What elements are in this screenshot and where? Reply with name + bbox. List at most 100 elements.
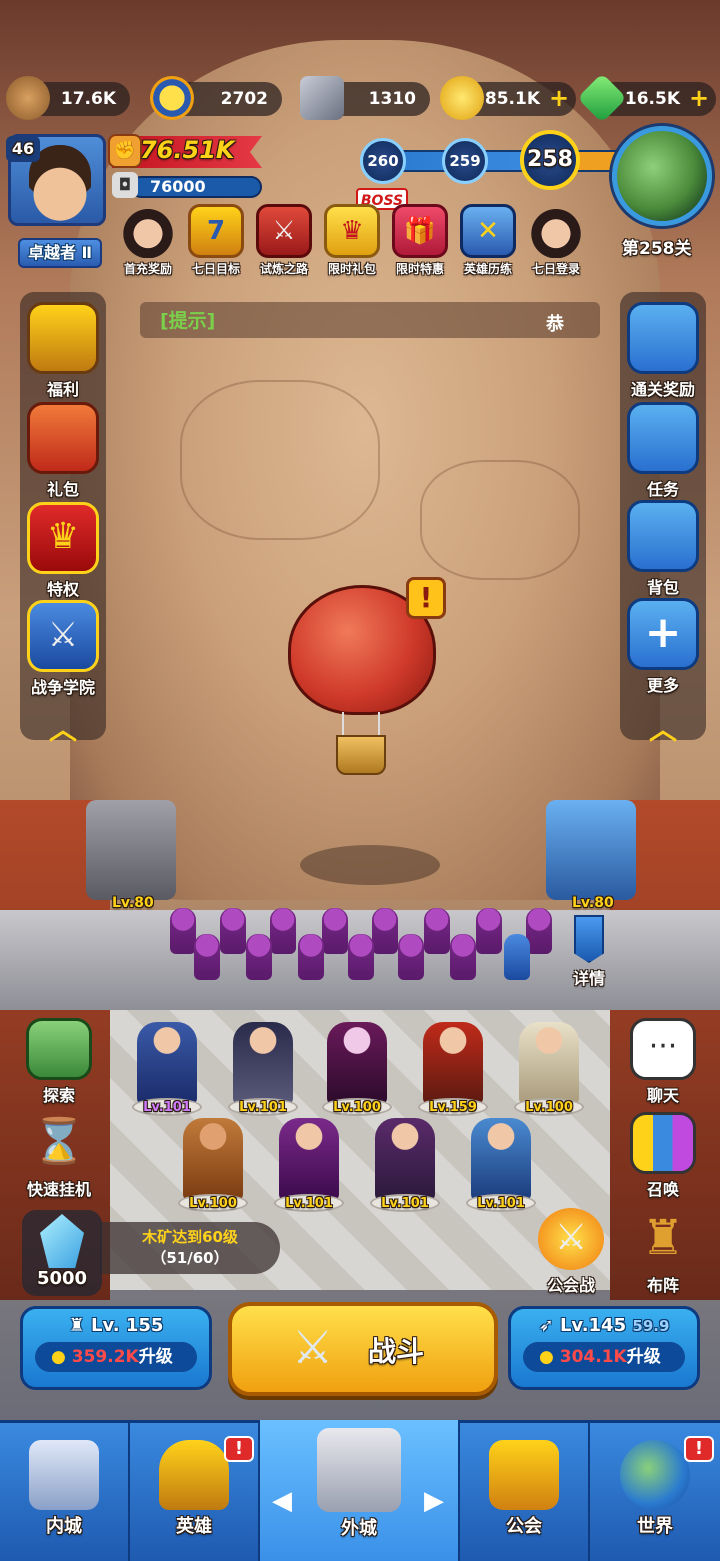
add-gold-button[interactable]: + bbox=[548, 86, 570, 110]
hero-level: Lv.101 bbox=[239, 1100, 287, 1115]
girl-portrait-icon bbox=[528, 204, 584, 258]
seven-day-shield-icon: 7 bbox=[188, 204, 244, 258]
magic-tower[interactable] bbox=[546, 800, 636, 900]
event-seven-day-goal[interactable]: 7 七日目标 bbox=[184, 204, 248, 277]
map-flag-icon bbox=[26, 1018, 92, 1080]
resource-iron[interactable]: 1310 bbox=[300, 76, 430, 120]
stage-map-icon[interactable] bbox=[612, 126, 712, 226]
hero-slot[interactable]: Lv.100 bbox=[510, 1022, 588, 1116]
menu-more[interactable]: + 更多 bbox=[620, 598, 706, 696]
resource-wood[interactable]: 17.6K bbox=[6, 76, 130, 120]
stage-node-260: 260 bbox=[360, 138, 406, 184]
hero-slot[interactable]: Lv.100 bbox=[318, 1022, 396, 1116]
battle-button[interactable]: ⚔ bbox=[228, 1302, 498, 1396]
hero-slot[interactable]: Lv.101 bbox=[224, 1022, 302, 1116]
event-seven-day-login[interactable]: 七日登录 bbox=[524, 204, 588, 277]
hero-slot[interactable]: Lv.100 bbox=[174, 1118, 252, 1212]
nav-label: 外城 bbox=[341, 1518, 377, 1539]
summon-button[interactable]: 召唤 bbox=[620, 1112, 706, 1200]
soldier bbox=[348, 934, 374, 980]
hero-figure bbox=[375, 1118, 435, 1202]
backpack-icon bbox=[627, 500, 699, 572]
nav-prev-arrow[interactable]: ◀ bbox=[272, 1486, 292, 1516]
event-limited-pack[interactable]: ♛ 限时礼包 bbox=[320, 204, 384, 277]
event-label: 七日目标 bbox=[191, 262, 240, 276]
soldier-captain bbox=[504, 934, 530, 980]
event-label: 首充奖励 bbox=[123, 262, 172, 276]
event-limited-deal[interactable]: 🎁 限时特惠 bbox=[388, 204, 452, 277]
girl-portrait-icon bbox=[120, 204, 176, 258]
collapse-left-icon[interactable]: ︿ bbox=[20, 708, 106, 748]
upgrade-action: 升级 bbox=[138, 1347, 173, 1367]
ballista-tower[interactable] bbox=[86, 800, 176, 900]
collapse-right-icon[interactable]: ︿ bbox=[620, 708, 706, 748]
banner-icon bbox=[574, 915, 604, 963]
hero-level: Lv.101 bbox=[285, 1196, 333, 1211]
guild-war-button[interactable]: ⚔ 公会战 bbox=[528, 1208, 614, 1296]
hint-text: 恭 bbox=[546, 314, 564, 335]
upgrade-cost: 359.2K bbox=[71, 1347, 139, 1367]
menu-label: 战争学院 bbox=[30, 678, 95, 697]
menu-label: 通关奖励 bbox=[630, 380, 695, 399]
hero-figure bbox=[137, 1022, 197, 1106]
menu-tasks[interactable]: 任务 bbox=[620, 402, 706, 500]
hero-slot[interactable]: Lv.101 bbox=[366, 1118, 444, 1212]
hero-figure bbox=[471, 1118, 531, 1202]
soldier bbox=[372, 908, 398, 954]
resource-gem[interactable]: 16.5K + bbox=[577, 73, 716, 123]
soldier bbox=[322, 908, 348, 954]
soldier bbox=[220, 908, 246, 954]
menu-label: 礼包 bbox=[46, 480, 79, 499]
menu-welfare[interactable]: 福利 bbox=[20, 302, 106, 400]
chat-button[interactable]: ··· 聊天 bbox=[620, 1018, 706, 1106]
menu-privilege[interactable]: ♛ 特权 bbox=[20, 502, 106, 600]
wall-upgrade-panel[interactable]: ♜ Lv. 155 ● 359.2K升级 bbox=[20, 1306, 212, 1390]
action-label: 快速挂机 bbox=[26, 1180, 91, 1199]
formation-button[interactable]: ♜ 布阵 bbox=[620, 1208, 706, 1296]
explore-button[interactable]: 探索 bbox=[16, 1018, 102, 1106]
alert-icon[interactable]: ! bbox=[406, 577, 446, 619]
battle-label: 战斗 bbox=[368, 1335, 425, 1368]
details-button[interactable]: 详情 bbox=[546, 915, 632, 989]
menu-label: 更多 bbox=[646, 676, 679, 695]
hero-slot[interactable]: Lv.159 bbox=[414, 1022, 492, 1116]
soldier bbox=[398, 934, 424, 980]
quick-idle-button[interactable]: ⌛ 快速挂机 bbox=[16, 1112, 102, 1200]
event-first-recharge[interactable]: 首充奖励 bbox=[116, 204, 180, 277]
event-label: 限时特惠 bbox=[395, 262, 444, 276]
menu-war-academy[interactable]: ⚔ 战争学院 bbox=[20, 600, 106, 698]
resource-medal[interactable]: 2702 bbox=[150, 76, 282, 120]
hero-level: Lv.159 bbox=[429, 1100, 477, 1115]
hero-level: Lv.101 bbox=[381, 1196, 429, 1211]
bow-upgrade-panel[interactable]: ➶ Lv.145 59.9 ● 304.1K升级 bbox=[508, 1306, 700, 1390]
menu-gift[interactable]: 礼包 bbox=[20, 402, 106, 500]
attack-bonus: 59.9 bbox=[632, 1317, 670, 1335]
hero-slot[interactable]: Lv.101 bbox=[128, 1022, 206, 1116]
menu-backpack[interactable]: 背包 bbox=[620, 500, 706, 598]
add-gem-button[interactable]: + bbox=[688, 86, 710, 110]
hourglass-icon: ⌛ bbox=[31, 1116, 87, 1167]
hero-helmet-icon bbox=[159, 1440, 229, 1510]
menu-label: 特权 bbox=[46, 580, 79, 599]
hero-slot[interactable]: Lv.101 bbox=[462, 1118, 540, 1212]
camera-icon[interactable]: ◘ bbox=[112, 172, 138, 198]
hero-slot[interactable]: Lv.101 bbox=[270, 1118, 348, 1212]
event-label: 英雄历练 bbox=[463, 262, 512, 276]
nav-next-arrow[interactable]: ▶ bbox=[424, 1486, 444, 1516]
stage-progress-bar bbox=[378, 150, 638, 172]
event-hero-trial[interactable]: ✕ 英雄历练 bbox=[456, 204, 520, 277]
nav-inner-city[interactable]: 内城 bbox=[0, 1420, 130, 1561]
event-trial-road[interactable]: ⚔ 试炼之路 bbox=[252, 204, 316, 277]
hero-figure bbox=[327, 1022, 387, 1106]
gift-box-icon: 🎁 bbox=[392, 204, 448, 258]
castle-icon-small: ♜ bbox=[68, 1315, 91, 1336]
resource-gold[interactable]: 85.1K + bbox=[440, 76, 576, 120]
nav-guild[interactable]: 公会 bbox=[460, 1420, 590, 1561]
player-level: 46 bbox=[6, 136, 40, 162]
hero-figure bbox=[233, 1022, 293, 1106]
quest-tracker[interactable]: 木矿达到60级 （51/60） bbox=[100, 1222, 280, 1274]
hint-label: [提示] bbox=[160, 310, 216, 332]
crystal-reward[interactable]: 5000 bbox=[22, 1210, 102, 1296]
player-title[interactable]: 卓越者 Ⅱ bbox=[18, 238, 102, 268]
menu-stage-reward[interactable]: 通关奖励 bbox=[620, 302, 706, 400]
